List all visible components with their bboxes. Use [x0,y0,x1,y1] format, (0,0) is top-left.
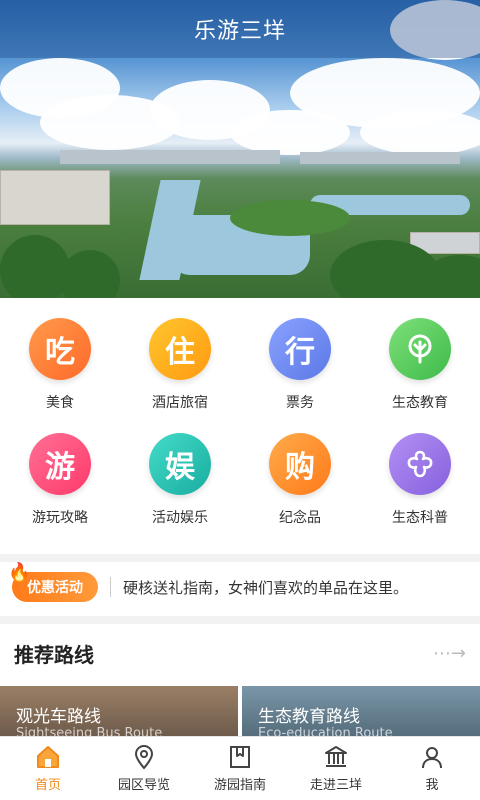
hotel-icon: 住 [149,318,211,380]
recommend-header: 推荐路线 ⋯→ [0,628,480,678]
more-arrow-icon[interactable]: ⋯→ [433,643,466,664]
promo-text: 硬核送礼指南，女神们喜欢的单品在这里。 [123,578,409,597]
tab-label: 游园指南 [213,778,266,793]
entertainment-icon: 娱 [149,433,211,495]
food-icon: 吃 [29,318,91,380]
app-title: 乐游三垟 [193,19,286,44]
route-name: 生态教育路线 [258,707,360,727]
section-divider [0,554,480,562]
grid-item-entertainment[interactable]: 娱 活动娱乐 [120,433,240,548]
tab-park-guide[interactable]: 园区导览 [96,737,192,800]
bottom-tab-bar: 首页 园区导览 游园指南 走进三垟 我 [0,736,480,800]
feature-grid: 吃 美食 住 酒店旅宿 行 票务 生态教育 游 游玩攻略 娱 活动娱乐 购 纪念… [0,298,480,556]
app-title-bar: 乐游三垟 [0,0,480,58]
flower-icon [389,433,451,495]
tab-about-sanyang[interactable]: 走进三垟 [288,737,384,800]
leaf-icon [389,318,451,380]
grid-item-label: 活动娱乐 [152,510,208,526]
grid-item-food[interactable]: 吃 美食 [0,318,120,433]
grid-item-label: 酒店旅宿 [152,395,208,411]
shopping-icon: 购 [269,433,331,495]
promo-separator [110,577,111,597]
section-divider [0,616,480,624]
user-icon [422,747,442,769]
bookmark-icon [230,746,250,768]
route-list: 观光车路线 Sightseeing Bus Route 生态教育路线 Eco-e… [0,686,480,736]
hero-banner-image[interactable]: 乐游三垟 [0,0,480,298]
grid-item-label: 生态科普 [392,510,448,526]
flame-icon: 🔥 [8,562,31,583]
museum-icon [325,746,347,767]
grid-item-hotel[interactable]: 住 酒店旅宿 [120,318,240,433]
grid-item-label: 美食 [46,395,74,411]
grid-item-souvenirs[interactable]: 购 纪念品 [240,433,360,548]
grid-item-label: 生态教育 [392,395,448,411]
tab-home[interactable]: 首页 [0,737,96,800]
grid-item-label: 票务 [286,395,314,411]
map-pin-icon [134,745,154,770]
tab-label: 园区导览 [117,778,170,793]
tab-label: 我 [425,778,439,793]
route-english: Eco-education Route [258,726,393,736]
promo-badge: 🔥 优惠活动 [8,562,98,602]
route-card-bus[interactable]: 观光车路线 Sightseeing Bus Route [0,686,238,736]
tab-label: 首页 [34,778,61,793]
route-english: Sightseeing Bus Route [16,726,163,736]
play-icon: 游 [29,433,91,495]
grid-item-eco-education[interactable]: 生态教育 [360,318,480,433]
grid-item-label: 游玩攻略 [32,510,88,526]
grid-item-play-guide[interactable]: 游 游玩攻略 [0,433,120,548]
tickets-icon: 行 [269,318,331,380]
home-icon [37,746,59,768]
route-name: 观光车路线 [16,707,101,727]
recommend-title: 推荐路线 [14,642,94,667]
promo-banner[interactable]: 🔥 优惠活动 硬核送礼指南，女神们喜欢的单品在这里。 [0,562,480,612]
grid-item-label: 纪念品 [279,510,321,526]
grid-item-tickets[interactable]: 行 票务 [240,318,360,433]
grid-item-eco-science[interactable]: 生态科普 [360,433,480,548]
tab-visit-guide[interactable]: 游园指南 [192,737,288,800]
tab-label: 走进三垟 [309,778,362,793]
tab-me[interactable]: 我 [384,737,480,800]
route-card-eco[interactable]: 生态教育路线 Eco-education Route [242,686,480,736]
